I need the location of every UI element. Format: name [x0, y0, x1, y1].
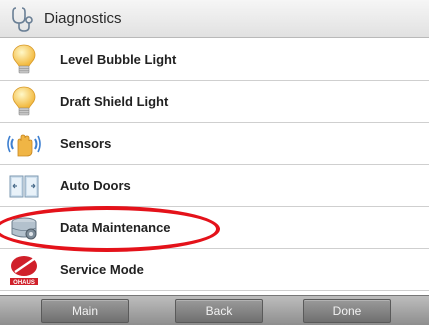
page-title: Diagnostics: [44, 10, 122, 27]
header-bar: Diagnostics: [0, 0, 429, 38]
ohaus-logo-icon: OHAUS: [0, 249, 48, 291]
main-button[interactable]: Main: [41, 299, 129, 323]
menu-item-label: Auto Doors: [60, 178, 131, 193]
footer-bar: Main Back Done: [0, 295, 429, 325]
menu-item-draft-shield-light[interactable]: Draft Shield Light: [0, 81, 429, 123]
back-button[interactable]: Back: [175, 299, 263, 323]
menu-item-auto-doors[interactable]: Auto Doors: [0, 165, 429, 207]
menu-item-label: Draft Shield Light: [60, 94, 169, 109]
menu-item-data-maintenance[interactable]: Data Maintenance: [0, 207, 429, 249]
hand-sensor-icon: [0, 123, 48, 165]
menu-item-service-mode[interactable]: OHAUS Service Mode: [0, 249, 429, 291]
menu-item-label: Level Bubble Light: [60, 52, 177, 67]
menu-item-label: Sensors: [60, 136, 112, 151]
stethoscope-icon: [6, 2, 40, 36]
diagnostics-screen: Diagnostics Level Bubble Light Draft Shi…: [0, 0, 429, 325]
menu-item-label: Data Maintenance: [60, 220, 171, 235]
menu-item-sensors[interactable]: Sensors: [0, 123, 429, 165]
svg-text:OHAUS: OHAUS: [13, 280, 35, 286]
menu-item-level-bubble-light[interactable]: Level Bubble Light: [0, 39, 429, 81]
done-button[interactable]: Done: [303, 299, 391, 323]
light-bulb-icon: [0, 81, 48, 123]
light-bulb-icon: [0, 39, 48, 81]
menu-item-label: Service Mode: [60, 262, 144, 277]
diagnostics-menu: Level Bubble Light Draft Shield Light Se…: [0, 39, 429, 291]
doors-icon: [0, 165, 48, 207]
data-maintenance-icon: [0, 207, 48, 249]
